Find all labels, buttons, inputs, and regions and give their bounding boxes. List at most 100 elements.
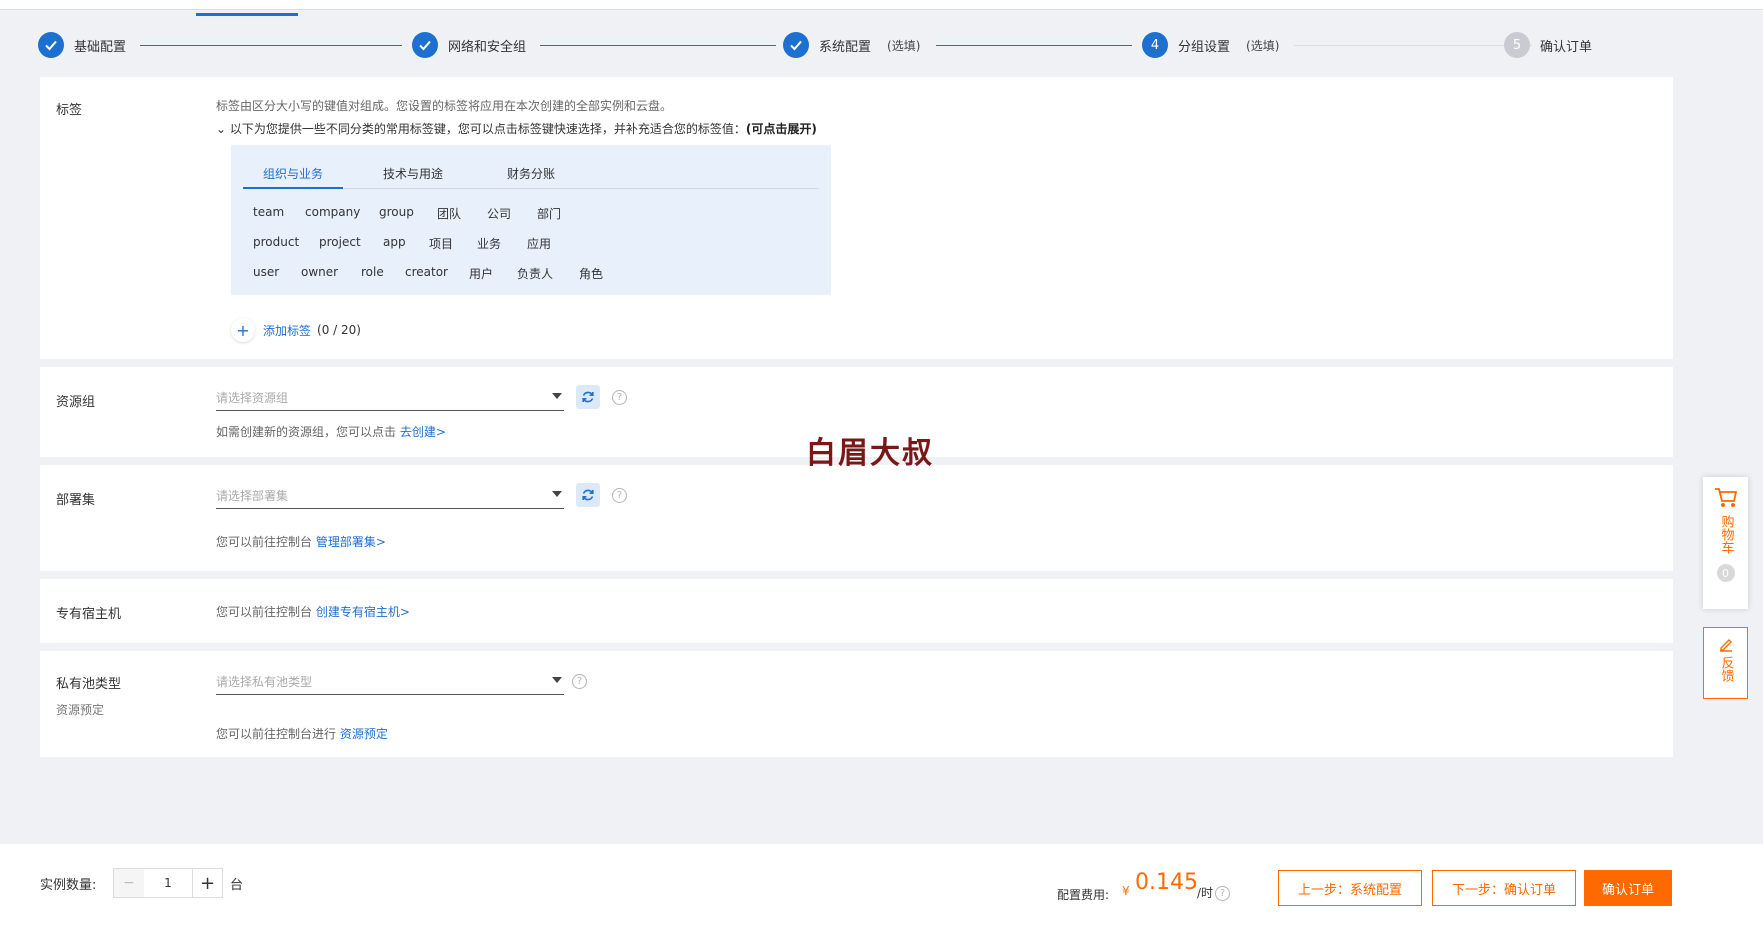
help-icon[interactable]: ? — [572, 674, 587, 689]
caret-down-icon — [552, 393, 562, 399]
private-pool-card: 私有池类型 资源预定 请选择私有池类型 ? 您可以前往控制台进行 资源预定 — [40, 651, 1673, 757]
cart-label: 购物车 — [1718, 515, 1734, 554]
tag-key-chip[interactable]: user — [253, 265, 279, 279]
help-icon[interactable]: ? — [612, 390, 627, 405]
fee-label: 配置费用: — [1057, 888, 1110, 902]
tab-organization[interactable]: 组织与业务 — [243, 165, 344, 189]
resource-group-select[interactable]: 请选择资源组 — [216, 383, 564, 411]
shopping-cart-widget[interactable]: 购物车 0 — [1703, 477, 1748, 609]
plus-icon: + — [231, 318, 255, 342]
step-label: 分组设置 — [1178, 39, 1231, 55]
caret-down-icon — [552, 677, 562, 683]
deployment-set-hint: 您可以前往控制台 管理部署集> — [216, 533, 386, 550]
tags-expand-text: 以下为您提供一些不同分类的常用标签键，您可以点击标签键快速选择，并补充适合您的标… — [229, 122, 746, 136]
fee-currency: ¥ — [1122, 884, 1130, 898]
tag-key-chip[interactable]: 项目 — [429, 235, 453, 252]
tag-tabs: 组织与业务 技术与用途 财务分账 — [243, 161, 819, 189]
tag-key-chip[interactable]: product — [253, 235, 299, 249]
cart-count-badge: 0 — [1716, 564, 1735, 582]
tab-technology[interactable]: 技术与用途 — [383, 165, 443, 189]
top-active-indicator — [196, 13, 298, 16]
tag-key-chip[interactable]: group — [379, 205, 414, 219]
top-bar — [0, 0, 1763, 16]
tab-finance[interactable]: 财务分账 — [507, 165, 555, 189]
tag-key-chip[interactable]: 角色 — [579, 265, 603, 282]
tag-key-chip[interactable]: 业务 — [477, 235, 501, 252]
step-basic[interactable]: 基础配置 — [38, 29, 126, 61]
deployment-set-card: 部署集 请选择部署集 ? 您可以前往控制台 管理部署集> — [40, 465, 1673, 571]
increment-button[interactable]: + — [192, 869, 222, 897]
feedback-widget[interactable]: 反馈 — [1703, 627, 1748, 699]
hint-text: 您可以前往控制台 — [216, 535, 313, 549]
select-placeholder: 请选择部署集 — [216, 489, 289, 503]
step-confirm[interactable]: 5 确认订单 — [1504, 29, 1592, 61]
tag-key-chip[interactable]: 团队 — [437, 205, 461, 222]
refresh-button[interactable] — [576, 385, 600, 409]
quantity-input[interactable]: 1 — [144, 869, 192, 897]
tag-suggestion-panel: 组织与业务 技术与用途 财务分账 team company group 团队 公… — [231, 145, 831, 295]
tags-expand-toggle[interactable]: ⌄ 以下为您提供一些不同分类的常用标签键，您可以点击标签键快速选择，并补充适合您… — [216, 120, 817, 137]
step-optional: (选填) — [1246, 38, 1280, 53]
step-system[interactable]: 系统配置 (选填) — [783, 29, 920, 61]
resource-group-hint: 如需创建新的资源组，您可以点击 去创建> — [216, 423, 446, 440]
next-step-button[interactable]: 下一步：确认订单 — [1432, 870, 1576, 906]
tag-key-chip[interactable]: team — [253, 205, 284, 219]
help-icon[interactable]: ? — [1215, 886, 1230, 901]
tag-key-chip[interactable]: project — [319, 235, 361, 249]
tag-key-chip[interactable]: app — [383, 235, 406, 249]
watermark: 白眉大叔 — [806, 436, 934, 471]
create-dedicated-host-link[interactable]: 创建专有宿主机> — [316, 605, 410, 619]
refresh-icon — [582, 391, 594, 403]
private-pool-select[interactable]: 请选择私有池类型 — [216, 667, 564, 695]
select-placeholder: 请选择私有池类型 — [216, 675, 313, 689]
step-connector — [1294, 45, 1532, 46]
fee-unit: /时 — [1197, 886, 1214, 900]
step-network[interactable]: 网络和安全组 — [412, 29, 526, 61]
manage-deployment-set-link[interactable]: 管理部署集> — [316, 535, 386, 549]
prev-step-button[interactable]: 上一步：系统配置 — [1278, 870, 1422, 906]
check-icon — [38, 32, 64, 58]
private-pool-hint: 您可以前往控制台进行 资源预定 — [216, 725, 388, 742]
tag-key-chip[interactable]: company — [305, 205, 360, 219]
dedicated-host-hint: 您可以前往控制台 创建专有宿主机> — [216, 603, 410, 620]
dedicated-host-label: 专有宿主机 — [56, 607, 122, 622]
tag-key-chip[interactable]: 用户 — [469, 265, 493, 282]
quantity-unit: 台 — [230, 878, 244, 893]
deployment-set-select[interactable]: 请选择部署集 — [216, 481, 564, 509]
deployment-set-label: 部署集 — [56, 493, 96, 508]
tag-key-chip[interactable]: 负责人 — [517, 265, 553, 282]
resource-reservation-link[interactable]: 资源预定 — [340, 727, 388, 741]
tag-key-chip[interactable]: 应用 — [527, 235, 551, 252]
tag-key-chip[interactable]: role — [361, 265, 384, 279]
confirm-order-button[interactable]: 确认订单 — [1584, 870, 1672, 906]
add-tag-label: 添加标签 — [263, 323, 312, 338]
refresh-icon — [582, 489, 594, 501]
private-pool-sub-label: 资源预定 — [56, 703, 105, 717]
tags-card: 标签 标签由区分大小写的键值对组成。您设置的标签将应用在本次创建的全部实例和云盘… — [40, 77, 1673, 359]
step-label: 系统配置 — [819, 39, 872, 55]
step-connector — [140, 45, 402, 46]
tags-hint: 标签由区分大小写的键值对组成。您设置的标签将应用在本次创建的全部实例和云盘。 — [216, 99, 673, 113]
hint-text: 如需创建新的资源组，您可以点击 — [216, 425, 397, 439]
resource-group-label: 资源组 — [56, 395, 96, 410]
private-pool-label: 私有池类型 — [56, 677, 122, 692]
step-number: 5 — [1504, 32, 1530, 58]
fee-amount: 0.145 — [1135, 870, 1198, 895]
step-connector — [540, 45, 776, 46]
step-optional: (选填) — [887, 38, 921, 53]
tag-key-chip[interactable]: owner — [301, 265, 338, 279]
tag-key-chip[interactable]: creator — [405, 265, 448, 279]
help-icon[interactable]: ? — [612, 488, 627, 503]
check-icon — [412, 32, 438, 58]
step-group[interactable]: 4 分组设置 (选填) — [1142, 29, 1279, 61]
dedicated-host-card: 专有宿主机 您可以前往控制台 创建专有宿主机> — [40, 579, 1673, 643]
hint-text: 您可以前往控制台 — [216, 605, 313, 619]
add-tag-button[interactable]: + 添加标签 (0 / 20) — [231, 318, 361, 342]
tag-key-chip[interactable]: 部门 — [537, 205, 561, 222]
decrement-button[interactable]: − — [114, 869, 144, 897]
tag-key-chip[interactable]: 公司 — [487, 205, 511, 222]
create-resource-group-link[interactable]: 去创建> — [400, 425, 446, 439]
hint-text: 您可以前往控制台进行 — [216, 727, 337, 741]
step-connector — [936, 45, 1132, 46]
refresh-button[interactable] — [576, 483, 600, 507]
